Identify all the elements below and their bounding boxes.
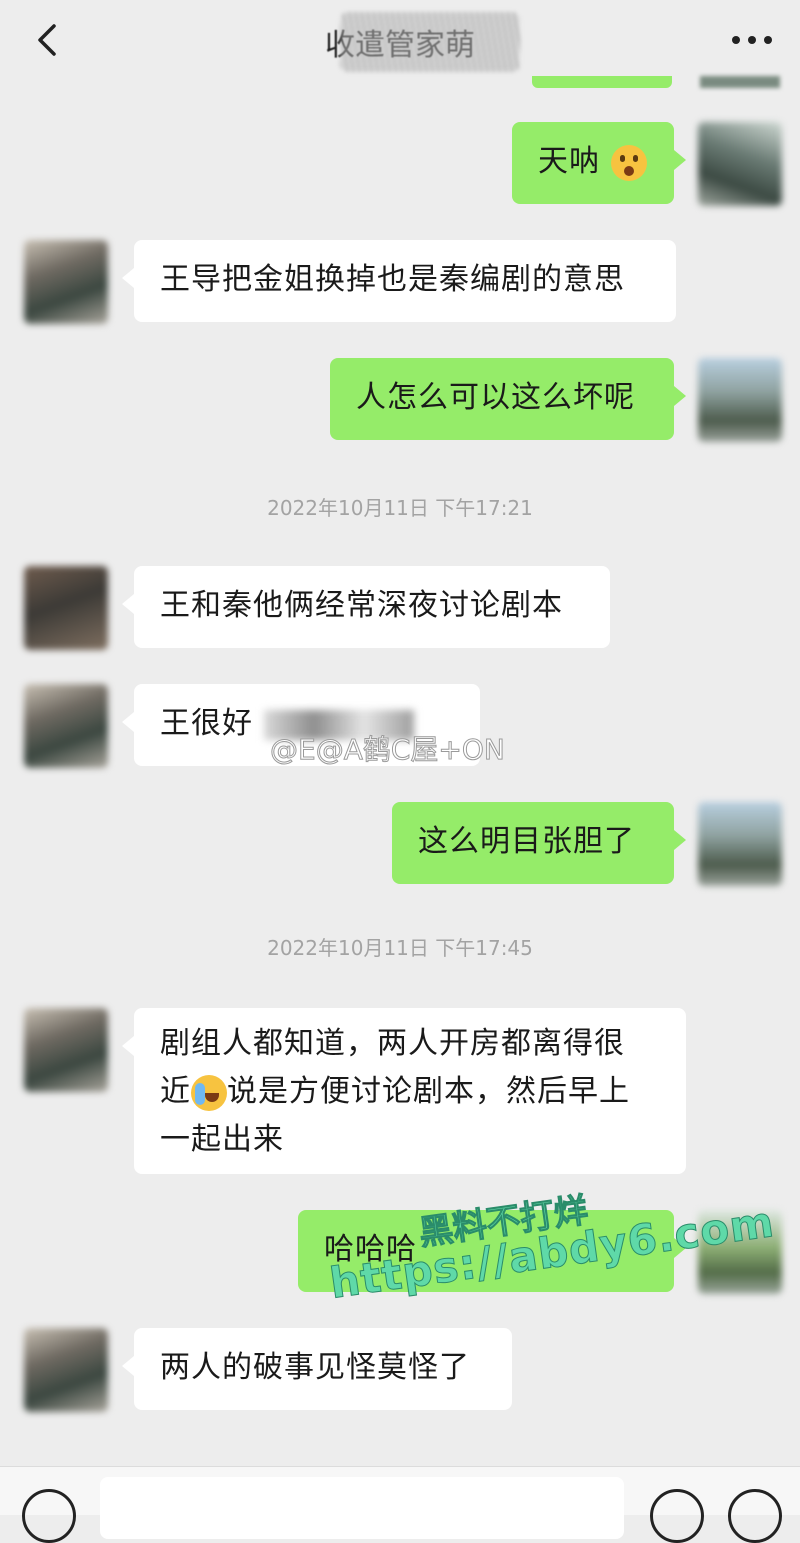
message-text: 王很好 xyxy=(160,706,253,741)
avatar-self[interactable] xyxy=(698,122,782,206)
avatar-contact[interactable] xyxy=(24,684,108,768)
timestamp: 2022年10月11日 下午17:45 xyxy=(267,936,533,960)
crying-face-emoji-icon xyxy=(191,1074,227,1111)
voice-icon[interactable] xyxy=(22,1489,76,1543)
message-bubble-outgoing[interactable]: 人怎么可以这么坏呢 xyxy=(330,358,686,440)
avatar-self[interactable] xyxy=(698,802,782,886)
timestamp: 2022年10月11日 下午17:21 xyxy=(267,496,533,520)
message-bubble-incoming[interactable]: 王导把金姐换掉也是秦编剧的意思 xyxy=(122,240,676,322)
message-text: 近 xyxy=(160,1074,191,1109)
title-redaction xyxy=(340,12,520,72)
previous-avatar xyxy=(700,76,780,88)
plus-icon[interactable] xyxy=(728,1489,782,1543)
message-text-line: 剧组人都知道，两人开房都离得很 xyxy=(160,1026,625,1061)
avatar-self[interactable] xyxy=(698,358,782,442)
input-bar xyxy=(0,1466,800,1543)
avatar-contact[interactable] xyxy=(24,240,108,324)
avatar-contact[interactable] xyxy=(24,1008,108,1092)
message-bubble-incoming[interactable]: 两人的破事见怪莫怪了 xyxy=(122,1328,512,1410)
message-text: 两人的破事见怪莫怪了 xyxy=(160,1350,470,1385)
message-bubble-outgoing[interactable]: 这么明目张胆了 xyxy=(392,802,686,884)
shocked-face-emoji-icon xyxy=(610,144,647,181)
message-text: 说是方便讨论剧本，然后早上 xyxy=(227,1074,630,1109)
message-text: 天呐 xyxy=(538,144,600,179)
message-bubble-incoming[interactable]: 剧组人都知道，两人开房都离得很 近 说是方便讨论剧本，然后早上 一起出来 xyxy=(122,1008,686,1174)
message-bubble-incoming[interactable]: 王和秦他俩经常深夜讨论剧本 xyxy=(122,566,610,648)
emoji-icon[interactable] xyxy=(650,1489,704,1543)
message-text-line: 近 说是方便讨论剧本，然后早上 xyxy=(160,1068,660,1116)
message-text: 王导把金姐换掉也是秦编剧的意思 xyxy=(160,262,625,297)
more-dots-icon[interactable] xyxy=(730,34,774,46)
message-text-line: 一起出来 xyxy=(160,1122,284,1157)
message-text: 人怎么可以这么坏呢 xyxy=(356,380,635,415)
avatar-contact[interactable] xyxy=(24,566,108,650)
previous-outgoing-bubble xyxy=(532,76,672,88)
chat-header: 收遣管家萌 xyxy=(0,0,800,84)
message-bubble-outgoing[interactable]: 天呐 xyxy=(512,122,686,204)
avatar-contact[interactable] xyxy=(24,1328,108,1412)
weibo-watermark: @E@A鹤C屋+ON xyxy=(270,733,506,767)
message-text: 王和秦他俩经常深夜讨论剧本 xyxy=(160,588,563,623)
message-text: 这么明目张胆了 xyxy=(418,824,635,859)
message-input[interactable] xyxy=(100,1477,624,1539)
